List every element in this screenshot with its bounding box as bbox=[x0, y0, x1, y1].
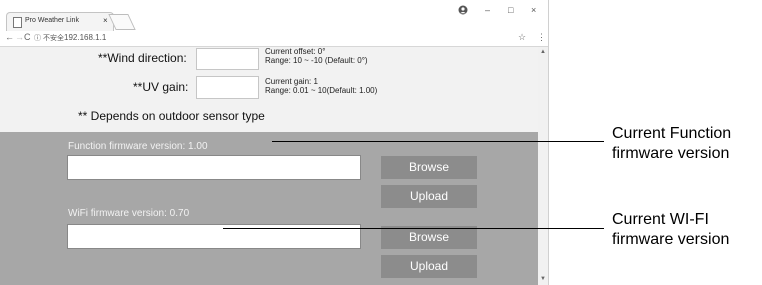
security-indicator[interactable]: ⓘ 不安全 bbox=[34, 33, 64, 43]
wind-direction-label: **Wind direction: bbox=[98, 51, 187, 65]
minimize-button[interactable]: – bbox=[485, 5, 490, 15]
reload-button[interactable]: C bbox=[24, 32, 31, 42]
uv-range-note: Range: 0.01 ~ 10(Default: 1.00) bbox=[265, 86, 378, 95]
document-icon bbox=[13, 17, 22, 28]
function-upload-button[interactable]: Upload bbox=[381, 185, 477, 208]
scroll-down-arrow-icon[interactable]: ▼ bbox=[540, 276, 546, 282]
back-button[interactable]: ← bbox=[5, 32, 14, 42]
function-callout-line1: Current Function bbox=[612, 125, 732, 142]
bookmark-star-icon[interactable]: ☆ bbox=[518, 32, 526, 43]
tab-title: Pro Weather Link bbox=[25, 17, 79, 24]
account-icon[interactable] bbox=[458, 5, 468, 17]
tab-pro-weather-link[interactable]: Pro Weather Link × bbox=[6, 12, 114, 32]
wifi-firmware-version: WiFi firmware version: 0.70 bbox=[68, 208, 190, 219]
settings-section: **Wind direction: Current offset: 0° Ran… bbox=[0, 47, 538, 132]
function-callout-line2: firmware version bbox=[612, 145, 730, 162]
function-firmware-version: Function firmware version: 1.00 bbox=[68, 141, 208, 152]
wifi-callout-line bbox=[223, 228, 604, 229]
close-window-button[interactable]: × bbox=[531, 5, 536, 15]
maximize-button[interactable]: □ bbox=[508, 5, 513, 15]
wifi-browse-button[interactable]: Browse bbox=[381, 226, 477, 249]
wifi-callout-line2: firmware version bbox=[612, 231, 730, 248]
uv-gain-label: **UV gain: bbox=[133, 80, 189, 94]
browser-window: Pro Weather Link × – □ × ← → C ⓘ 不安全 192… bbox=[0, 0, 549, 285]
address-bar: ← → C ⓘ 不安全 192.168.1.1 ☆ ⋮ bbox=[0, 31, 548, 47]
firmware-section: Function firmware version: 1.00 Browse U… bbox=[0, 132, 538, 285]
wifi-callout-label: Current WI-FI firmware version bbox=[612, 210, 729, 250]
uv-gain-input[interactable] bbox=[196, 76, 259, 99]
depends-note: ** Depends on outdoor sensor type bbox=[78, 109, 265, 123]
scroll-up-arrow-icon[interactable]: ▲ bbox=[540, 49, 546, 55]
function-callout-label: Current Function firmware version bbox=[612, 124, 731, 164]
function-firmware-file-input[interactable] bbox=[67, 155, 361, 180]
browser-menu-icon[interactable]: ⋮ bbox=[537, 32, 546, 43]
wind-range-note: Range: 10 ~ -10 (Default: 0°) bbox=[265, 56, 368, 65]
scrollbar[interactable]: ▲ ▼ bbox=[538, 47, 548, 285]
url-field[interactable]: 192.168.1.1 bbox=[64, 33, 106, 42]
wifi-upload-button[interactable]: Upload bbox=[381, 255, 477, 278]
wind-direction-input[interactable] bbox=[196, 48, 259, 70]
forward-button[interactable]: → bbox=[15, 32, 24, 42]
page-content: **Wind direction: Current offset: 0° Ran… bbox=[0, 47, 538, 285]
function-callout-line bbox=[272, 141, 604, 142]
tab-close-icon[interactable]: × bbox=[103, 16, 108, 25]
function-browse-button[interactable]: Browse bbox=[381, 156, 477, 179]
tab-bar: Pro Weather Link × – □ × bbox=[0, 0, 548, 32]
wifi-callout-line1: Current WI-FI bbox=[612, 211, 709, 228]
